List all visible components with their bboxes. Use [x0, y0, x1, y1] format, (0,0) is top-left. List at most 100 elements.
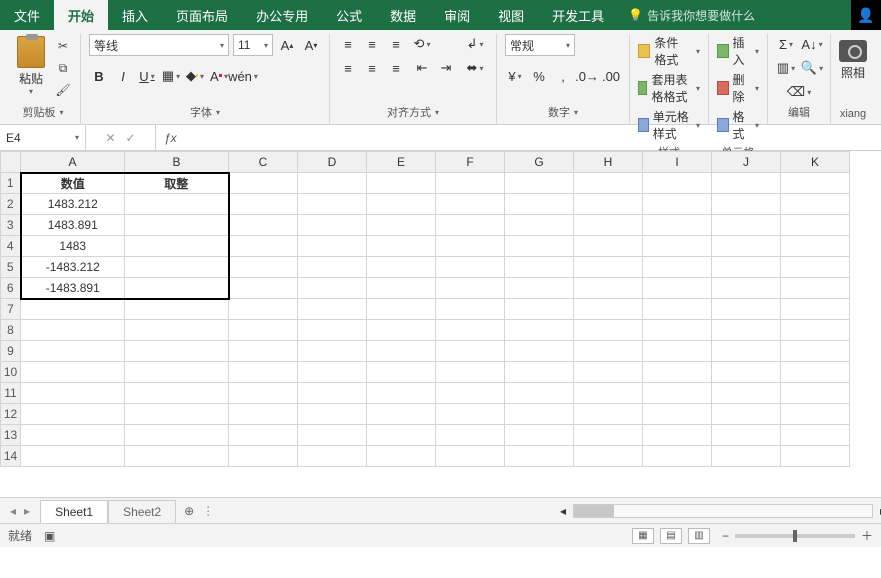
cell-H6[interactable]: [574, 278, 643, 299]
cell-E9[interactable]: [367, 341, 436, 362]
cell-I8[interactable]: [643, 320, 712, 341]
cell-K13[interactable]: [781, 425, 850, 446]
cell-D9[interactable]: [298, 341, 367, 362]
cell-C9[interactable]: [229, 341, 298, 362]
cell-D10[interactable]: [298, 362, 367, 383]
cell-J5[interactable]: [712, 257, 781, 278]
spreadsheet-grid[interactable]: ABCDEFGHIJK1数值取整21483.21231483.891414835…: [0, 151, 881, 497]
cell-E5[interactable]: [367, 257, 436, 278]
cell-A10[interactable]: [21, 362, 125, 383]
cell-J12[interactable]: [712, 404, 781, 425]
cell-E3[interactable]: [367, 215, 436, 236]
macro-record-icon[interactable]: ▣: [44, 529, 55, 543]
inc-decimal-icon[interactable]: .0→: [577, 66, 597, 86]
col-header-F[interactable]: F: [436, 152, 505, 173]
col-header-A[interactable]: A: [21, 152, 125, 173]
cell-K3[interactable]: [781, 215, 850, 236]
col-header-E[interactable]: E: [367, 152, 436, 173]
cell-C8[interactable]: [229, 320, 298, 341]
cell-B4[interactable]: [125, 236, 229, 257]
cell-B2[interactable]: [125, 194, 229, 215]
cell-I10[interactable]: [643, 362, 712, 383]
cell-I2[interactable]: [643, 194, 712, 215]
percent-icon[interactable]: %: [529, 66, 549, 86]
tell-me[interactable]: 💡 告诉我你想要做什么: [628, 0, 755, 30]
cell-D3[interactable]: [298, 215, 367, 236]
cell-E13[interactable]: [367, 425, 436, 446]
cell-C13[interactable]: [229, 425, 298, 446]
cell-K11[interactable]: [781, 383, 850, 404]
col-header-B[interactable]: B: [125, 152, 229, 173]
cell-A14[interactable]: [21, 446, 125, 467]
cell-C4[interactable]: [229, 236, 298, 257]
format-as-table-button[interactable]: 套用表格格式: [638, 71, 700, 105]
cell-B6[interactable]: [125, 278, 229, 299]
border-button[interactable]: ▦: [161, 66, 181, 86]
scrollbar-left-icon[interactable]: ◂: [560, 504, 566, 518]
align-left-icon[interactable]: ≡: [338, 58, 358, 78]
cell-D1[interactable]: [298, 173, 367, 194]
align-top-icon[interactable]: ≡: [338, 34, 358, 54]
cell-G4[interactable]: [505, 236, 574, 257]
cell-F12[interactable]: [436, 404, 505, 425]
cell-J1[interactable]: [712, 173, 781, 194]
indent-inc-icon[interactable]: ⇥: [436, 58, 456, 78]
cell-H10[interactable]: [574, 362, 643, 383]
cell-B11[interactable]: [125, 383, 229, 404]
cut-icon[interactable]: ✂: [54, 38, 72, 54]
cell-J14[interactable]: [712, 446, 781, 467]
col-header-H[interactable]: H: [574, 152, 643, 173]
name-box[interactable]: E4▾: [0, 125, 86, 150]
indent-dec-icon[interactable]: ⇤: [412, 58, 432, 78]
cell-H5[interactable]: [574, 257, 643, 278]
col-header-I[interactable]: I: [643, 152, 712, 173]
cell-K9[interactable]: [781, 341, 850, 362]
currency-icon[interactable]: ¥: [505, 66, 525, 86]
cell-E12[interactable]: [367, 404, 436, 425]
cell-D12[interactable]: [298, 404, 367, 425]
format-painter-icon[interactable]: 🖌: [54, 82, 72, 98]
cell-F3[interactable]: [436, 215, 505, 236]
underline-button[interactable]: U: [137, 66, 157, 86]
cell-H12[interactable]: [574, 404, 643, 425]
cell-G12[interactable]: [505, 404, 574, 425]
tab-dev[interactable]: 开发工具: [538, 0, 618, 30]
cell-K7[interactable]: [781, 299, 850, 320]
font-color-button[interactable]: A: [209, 66, 229, 86]
cell-E7[interactable]: [367, 299, 436, 320]
cell-B7[interactable]: [125, 299, 229, 320]
cell-I6[interactable]: [643, 278, 712, 299]
cell-C12[interactable]: [229, 404, 298, 425]
cell-I9[interactable]: [643, 341, 712, 362]
cell-B12[interactable]: [125, 404, 229, 425]
paste-label[interactable]: 粘贴: [19, 70, 43, 87]
cell-D11[interactable]: [298, 383, 367, 404]
cell-J10[interactable]: [712, 362, 781, 383]
col-header-J[interactable]: J: [712, 152, 781, 173]
cell-G14[interactable]: [505, 446, 574, 467]
cell-J9[interactable]: [712, 341, 781, 362]
cell-J2[interactable]: [712, 194, 781, 215]
find-icon[interactable]: 🔍: [802, 58, 822, 78]
cell-B14[interactable]: [125, 446, 229, 467]
cell-F8[interactable]: [436, 320, 505, 341]
cell-D7[interactable]: [298, 299, 367, 320]
cell-I14[interactable]: [643, 446, 712, 467]
cell-E1[interactable]: [367, 173, 436, 194]
cell-H4[interactable]: [574, 236, 643, 257]
insert-cells-button[interactable]: 插入: [717, 34, 759, 68]
number-format-combo[interactable]: 常规▾: [505, 34, 575, 56]
align-center-icon[interactable]: ≡: [362, 58, 382, 78]
cell-D6[interactable]: [298, 278, 367, 299]
cell-F11[interactable]: [436, 383, 505, 404]
cell-H8[interactable]: [574, 320, 643, 341]
cell-C1[interactable]: [229, 173, 298, 194]
row-header-5[interactable]: 5: [1, 257, 21, 278]
tab-formula[interactable]: 公式: [322, 0, 376, 30]
col-header-D[interactable]: D: [298, 152, 367, 173]
cell-G6[interactable]: [505, 278, 574, 299]
view-break-icon[interactable]: ▥: [688, 528, 710, 544]
cell-C3[interactable]: [229, 215, 298, 236]
paste-icon[interactable]: [17, 36, 45, 68]
cell-K4[interactable]: [781, 236, 850, 257]
